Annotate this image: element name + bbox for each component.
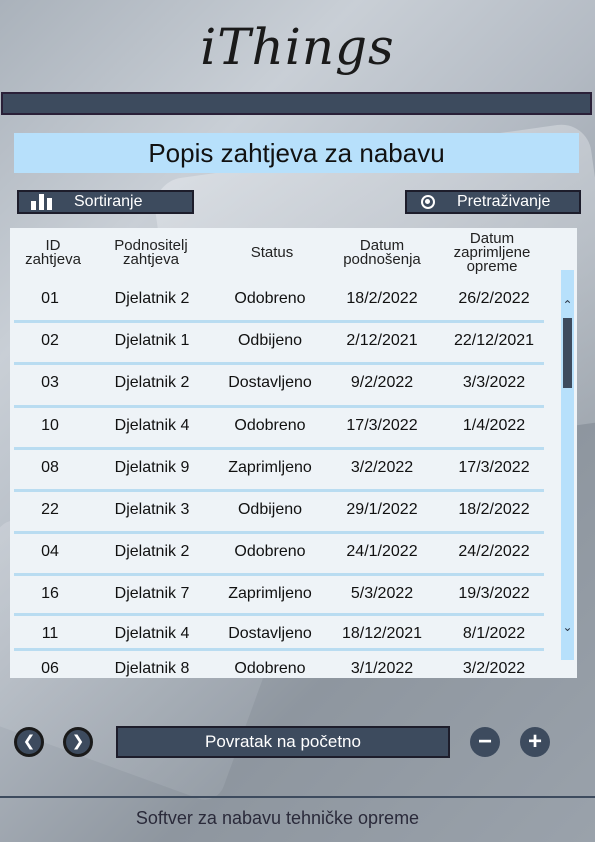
table-cell: Djelatnik 4: [114, 625, 190, 642]
search-label: Pretraživanje: [457, 193, 551, 210]
table-row[interactable]: 22 Djelatnik 3 Odbijeno 29/1/2022 18/2/2022: [10, 489, 560, 529]
bar-chart-icon: [31, 194, 52, 210]
page-title: Popis zahtjeva za nabavu: [14, 133, 579, 173]
table-cell: 08: [41, 459, 59, 476]
table-header: ID zahtjeva Podnositelj zahtjeva Status …: [10, 228, 577, 278]
table-cell: 18/12/2021: [341, 625, 423, 642]
table-row[interactable]: 06 Djelatnik 8 Odobreno 3/1/2022 3/2/2022: [10, 648, 560, 688]
row-divider: [14, 531, 544, 534]
row-divider: [14, 489, 544, 492]
footer-divider: [0, 796, 595, 798]
row-divider: [14, 613, 544, 616]
home-button[interactable]: Povratak na početno: [116, 726, 450, 758]
navigation-bar: [1, 92, 592, 115]
table-cell: 9/2/2022: [350, 374, 414, 391]
table-row[interactable]: 03 Djelatnik 2 Dostavljeno 9/2/2022 3/3/2022: [10, 362, 560, 402]
row-divider: [14, 320, 544, 323]
header-received-date: Datum zaprimljene opreme: [453, 230, 531, 275]
table-cell: 17/3/2022: [346, 417, 418, 434]
scroll-thumb[interactable]: [563, 318, 572, 388]
table-cell: 06: [41, 660, 59, 677]
table-cell: Dostavljeno: [228, 374, 312, 391]
footer-text: Softver za nabavu tehničke opreme: [135, 808, 420, 828]
sort-label: Sortiranje: [74, 193, 143, 210]
row-divider: [14, 573, 544, 576]
table-cell: Odobreno: [234, 417, 306, 434]
table-cell: Odbijeno: [237, 501, 303, 518]
table-cell: Djelatnik 3: [114, 501, 190, 518]
table-cell: Odobreno: [234, 660, 306, 677]
table-cell: 01: [41, 290, 59, 307]
table-cell: Djelatnik 1: [114, 332, 190, 349]
table-cell: Zaprimljeno: [228, 459, 312, 476]
table-scrollbar[interactable]: ⌃ ⌄: [561, 270, 574, 660]
chevron-left-icon[interactable]: ❮: [14, 727, 44, 757]
table-cell: 5/3/2022: [350, 585, 414, 602]
globe-icon: [421, 195, 435, 209]
table-cell: 11: [41, 625, 59, 642]
table-cell: 2/12/2021: [346, 332, 418, 349]
row-divider: [14, 648, 544, 651]
table-cell: Odobreno: [234, 290, 306, 307]
table-cell: 17/3/2022: [458, 459, 530, 476]
table-cell: 02: [41, 332, 59, 349]
app-logo: iThings: [200, 18, 395, 76]
table-cell: 1/4/2022: [462, 417, 526, 434]
header-id: ID zahtjeva: [25, 237, 81, 268]
row-divider: [14, 405, 544, 408]
table-cell: Djelatnik 7: [114, 585, 190, 602]
table-cell: 3/2/2022: [350, 459, 414, 476]
table-row[interactable]: 02 Djelatnik 1 Odbijeno 2/12/2021 22/12/2021: [10, 320, 560, 360]
table-cell: 04: [41, 543, 59, 560]
table-cell: Odobreno: [234, 543, 306, 560]
table-cell: 19/3/2022: [458, 585, 530, 602]
table-cell: 16: [41, 585, 59, 602]
minus-icon[interactable]: −: [470, 727, 500, 757]
search-button[interactable]: Pretraživanje: [405, 190, 581, 214]
requests-table: ID zahtjeva Podnositelj zahtjeva Status …: [10, 228, 577, 678]
table-cell: Odbijeno: [237, 332, 303, 349]
table-cell: 22/12/2021: [453, 332, 535, 349]
table-cell: Zaprimljeno: [228, 585, 312, 602]
table-cell: 22: [41, 501, 59, 518]
table-row[interactable]: 01 Djelatnik 2 Odobreno 18/2/2022 26/2/2022: [10, 278, 560, 318]
plus-icon[interactable]: +: [520, 727, 550, 757]
table-row[interactable]: 04 Djelatnik 2 Odobreno 24/1/2022 24/2/2022: [10, 531, 560, 571]
table-cell: 29/1/2022: [346, 501, 418, 518]
table-cell: 3/3/2022: [462, 374, 526, 391]
scroll-up-icon[interactable]: ⌃: [561, 298, 574, 312]
table-cell: Djelatnik 2: [114, 290, 190, 307]
sort-button[interactable]: Sortiranje: [17, 190, 194, 214]
table-cell: 18/2/2022: [346, 290, 418, 307]
table-row[interactable]: 11 Djelatnik 4 Dostavljeno 18/12/2021 8/1/20…: [10, 613, 560, 653]
row-divider: [14, 362, 544, 365]
table-cell: 18/2/2022: [458, 501, 530, 518]
table-cell: Djelatnik 4: [114, 417, 190, 434]
table-cell: Djelatnik 2: [114, 374, 190, 391]
table-cell: 8/1/2022: [462, 625, 526, 642]
table-cell: 24/2/2022: [458, 543, 530, 560]
table-cell: Djelatnik 9: [114, 459, 190, 476]
table-row[interactable]: 08 Djelatnik 9 Zaprimljeno 3/2/2022 17/3/202…: [10, 447, 560, 487]
table-cell: Djelatnik 8: [114, 660, 190, 677]
header-submit-date: Datum podnošenja: [343, 237, 421, 268]
scroll-down-icon[interactable]: ⌄: [561, 620, 574, 634]
chevron-right-icon[interactable]: ❯: [63, 727, 93, 757]
table-cell: 03: [41, 374, 59, 391]
table-cell: 24/1/2022: [346, 543, 418, 560]
header-status: Status: [250, 244, 294, 261]
table-cell: 26/2/2022: [458, 290, 530, 307]
table-cell: 10: [41, 417, 59, 434]
table-cell: 3/1/2022: [350, 660, 414, 677]
table-cell: Dostavljeno: [228, 625, 312, 642]
table-cell: 3/2/2022: [462, 660, 526, 677]
table-cell: Djelatnik 2: [114, 543, 190, 560]
header-submitter: Podnositelj zahtjeva: [114, 237, 188, 268]
table-row[interactable]: 10 Djelatnik 4 Odobreno 17/3/2022 1/4/2022: [10, 405, 560, 445]
row-divider: [14, 447, 544, 450]
table-row[interactable]: 16 Djelatnik 7 Zaprimljeno 5/3/2022 19/3/202…: [10, 573, 560, 613]
